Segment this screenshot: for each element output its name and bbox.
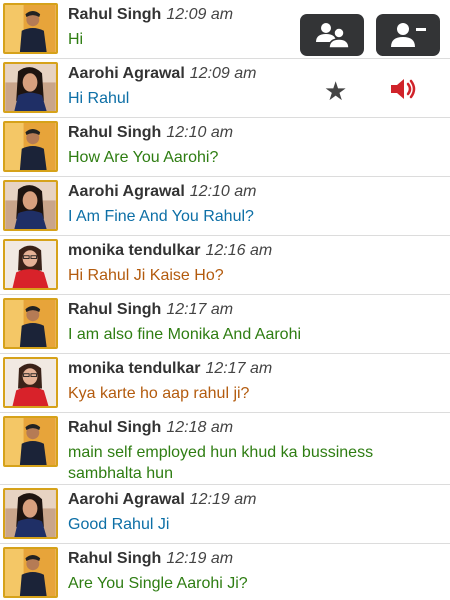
avatar-image [5,182,56,229]
message-time: 12:19 am [189,491,257,508]
remove-user-button[interactable] [376,14,440,56]
message-meta: Rahul Singh 12:09 am [68,6,233,24]
message-time: 12:10 am [166,124,234,141]
avatar-rahul[interactable] [3,298,58,349]
message-text: Hi Rahul Ji Kaise Ho? [68,267,224,284]
avatar-aarohi[interactable] [3,180,58,231]
message-item[interactable]: Aarohi Agrawal 12:10 am I Am Fine And You… [0,177,450,236]
sender-name: monika tendulkar [68,360,201,377]
message-item[interactable]: Rahul Singh 12:18 am main self employed h… [0,413,450,485]
message-meta: Aarohi Agrawal 12:19 am [68,491,256,509]
message-time: 12:17 am [205,360,273,377]
avatar-monika[interactable] [3,239,58,290]
sender-name: Rahul Singh [68,419,162,436]
avatar-image [5,490,56,537]
avatar-aarohi[interactable] [3,488,58,539]
avatar-image [5,359,56,406]
message-text: Kya karte ho aap rahul ji? [68,385,250,402]
avatar-image [5,5,56,52]
message-text: Are You Single Aarohi Ji? [68,575,248,592]
sender-name: Rahul Singh [68,550,162,567]
group-users-button[interactable] [300,14,364,56]
volume-button[interactable] [388,75,420,103]
favorite-button[interactable]: ★ [324,78,347,104]
message-time: 12:17 am [166,301,234,318]
avatar-image [5,418,56,465]
avatar-rahul[interactable] [3,121,58,172]
avatar-image [5,64,56,111]
avatar-image [5,549,56,596]
avatar-aarohi[interactable] [3,62,58,113]
sender-name: Aarohi Agrawal [68,65,185,82]
message-text: main self employed hun khud ka bussiness… [68,444,374,482]
message-text: How Are You Aarohi? [68,149,219,166]
message-item[interactable]: monika tendulkar 12:17 am Kya karte ho aa… [0,354,450,413]
message-meta: Rahul Singh 12:17 am [68,301,233,319]
avatar-image [5,300,56,347]
group-users-icon [316,23,350,49]
message-item[interactable]: monika tendulkar 12:16 am Hi Rahul Ji Kai… [0,236,450,295]
message-meta: Rahul Singh 12:18 am [68,419,233,437]
sender-name: Rahul Singh [68,301,162,318]
avatar-rahul[interactable] [3,3,58,54]
message-text: I Am Fine And You Rahul? [68,208,254,225]
message-item[interactable]: Rahul Singh 12:10 am How Are You Aarohi? [0,118,450,177]
message-item[interactable]: Rahul Singh 12:19 am Are You Single Aaroh… [0,544,450,600]
message-time: 12:09 am [166,6,234,23]
sender-name: Rahul Singh [68,124,162,141]
message-meta: Aarohi Agrawal 12:09 am [68,65,256,83]
star-icon: ★ [324,76,348,106]
message-meta: monika tendulkar 12:16 am [68,242,272,260]
message-meta: Rahul Singh 12:19 am [68,550,233,568]
message-time: 12:19 am [166,550,234,567]
avatar-rahul[interactable] [3,416,58,467]
sender-name: monika tendulkar [68,242,201,259]
avatar-monika[interactable] [3,357,58,408]
sender-name: Aarohi Agrawal [68,183,185,200]
volume-icon [391,79,416,99]
chat-actions: ★ [300,10,450,105]
message-item[interactable]: Aarohi Agrawal 12:19 am Good Rahul Ji [0,485,450,544]
remove-user-icon [391,23,426,47]
message-time: 12:10 am [189,183,257,200]
message-meta: monika tendulkar 12:17 am [68,360,272,378]
avatar-image [5,123,56,170]
avatar-image [5,241,56,288]
message-meta: Aarohi Agrawal 12:10 am [68,183,256,201]
message-text: Good Rahul Ji [68,516,170,533]
message-text: I am also fine Monika And Aarohi [68,326,302,343]
sender-name: Aarohi Agrawal [68,491,185,508]
message-item[interactable]: Rahul Singh 12:17 am I am also fine Monik… [0,295,450,354]
message-time: 12:18 am [166,419,234,436]
message-meta: Rahul Singh 12:10 am [68,124,233,142]
avatar-rahul[interactable] [3,547,58,598]
message-time: 12:09 am [189,65,257,82]
sender-name: Rahul Singh [68,6,162,23]
message-time: 12:16 am [205,242,273,259]
